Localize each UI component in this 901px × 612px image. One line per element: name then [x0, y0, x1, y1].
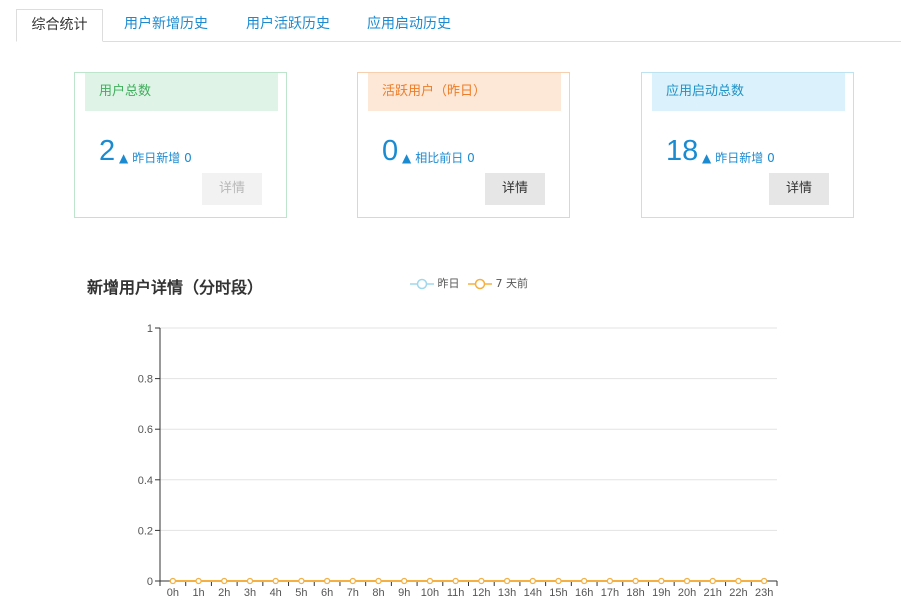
data-point	[221, 577, 228, 585]
x-tick-label: 0h	[167, 587, 179, 599]
x-tick-label: 6h	[321, 587, 333, 599]
data-point	[375, 577, 382, 585]
data-point	[324, 577, 331, 585]
x-tick-label: 1h	[192, 587, 204, 599]
y-tick-label: 0.4	[138, 475, 153, 487]
data-point	[709, 577, 716, 585]
x-tick-label: 2h	[218, 587, 230, 599]
x-tick-label: 17h	[601, 587, 619, 599]
x-tick-label: 9h	[398, 587, 410, 599]
x-tick-label: 8h	[372, 587, 384, 599]
data-point	[761, 577, 768, 585]
data-point	[298, 577, 305, 585]
x-tick-label: 11h	[447, 587, 465, 599]
x-tick-label: 20h	[678, 587, 696, 599]
data-point	[272, 577, 279, 585]
x-tick-label: 13h	[498, 587, 516, 599]
y-tick-label: 0	[147, 576, 153, 588]
x-tick-label: 4h	[270, 587, 282, 599]
x-tick-label: 10h	[421, 587, 439, 599]
data-point	[169, 577, 176, 585]
data-point	[401, 577, 408, 585]
y-tick-label: 0.6	[138, 424, 153, 436]
x-tick-label: 21h	[704, 587, 722, 599]
data-point	[452, 577, 459, 585]
data-point	[632, 577, 639, 585]
y-tick-label: 1	[147, 323, 153, 335]
data-point	[246, 577, 254, 585]
data-point	[555, 577, 562, 585]
x-tick-label: 5h	[295, 587, 307, 599]
line-chart: 00.20.40.60.810h 1h 2h 3h 4h 5h 6h 7h 8h 9h 10h 11h…	[138, 323, 778, 599]
x-tick-label: 7h	[347, 587, 359, 599]
y-tick-label: 0.8	[138, 374, 153, 386]
x-tick-label: 19h	[652, 587, 670, 599]
data-point	[683, 577, 691, 585]
data-point	[503, 577, 511, 585]
data-point	[426, 577, 434, 585]
data-point	[349, 577, 356, 585]
x-tick-label: 23h	[755, 587, 773, 599]
x-tick-label: 3h	[244, 587, 256, 599]
x-tick-label: 22h	[729, 587, 747, 599]
x-tick-label: 14h	[524, 587, 542, 599]
data-point	[735, 577, 742, 585]
x-tick-label: 12h	[472, 587, 490, 599]
data-point	[195, 577, 202, 585]
data-point	[606, 577, 613, 585]
x-tick-label: 16h	[575, 587, 593, 599]
data-point	[529, 577, 536, 585]
x-tick-label: 15h	[549, 587, 567, 599]
y-tick-label: 0.2	[138, 525, 153, 537]
data-point	[581, 577, 588, 585]
x-tick-label: 18h	[626, 587, 644, 599]
data-point	[658, 577, 665, 585]
data-point	[478, 577, 485, 585]
